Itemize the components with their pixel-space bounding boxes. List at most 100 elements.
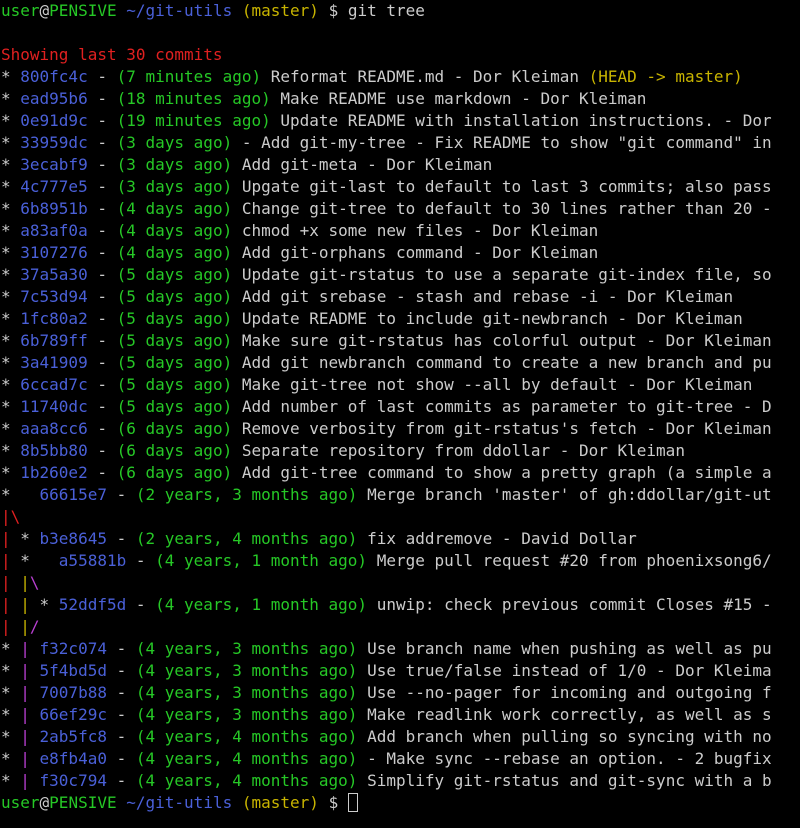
- commit-hash[interactable]: 0e91d9c: [20, 111, 87, 130]
- commit-row[interactable]: * 7c53d94 - (5 days ago) Add git srebase…: [0, 286, 800, 308]
- commit-row[interactable]: * 1b260e2 - (6 days ago) Add git-tree co…: [0, 462, 800, 484]
- commit-hash[interactable]: 66ef29c: [40, 705, 107, 724]
- commit-date: (3 days ago): [116, 133, 233, 152]
- graph-glyph: |: [1, 573, 21, 592]
- commit-sep: -: [106, 705, 136, 724]
- graph-glyph: *: [1, 463, 21, 482]
- commit-message: Add git-orphans command - Dor Kleiman: [232, 243, 599, 262]
- output-header: Showing last 30 commits: [1, 45, 223, 64]
- commit-hash[interactable]: e8fb4a0: [40, 749, 107, 768]
- commit-message: Update git-rstatus to use a separate git…: [232, 265, 772, 284]
- commit-hash[interactable]: 11740dc: [20, 397, 87, 416]
- commit-hash[interactable]: a83af0a: [20, 221, 87, 240]
- commit-row[interactable]: * 3ecabf9 - (3 days ago) Add git-meta - …: [0, 154, 800, 176]
- commit-row[interactable]: * 37a5a30 - (5 days ago) Update git-rsta…: [0, 264, 800, 286]
- commit-row[interactable]: * 33959dc - (3 days ago) - Add git-my-tr…: [0, 132, 800, 154]
- commit-row[interactable]: * 66615e7 - (2 years, 3 months ago) Merg…: [0, 484, 800, 506]
- commit-hash[interactable]: 2ab5fc8: [40, 727, 107, 746]
- commit-hash[interactable]: 6b8951b: [20, 199, 87, 218]
- commit-hash[interactable]: 3ecabf9: [20, 155, 87, 174]
- commit-row[interactable]: * ead95b6 - (18 minutes ago) Make README…: [0, 88, 800, 110]
- commit-sep: -: [106, 661, 136, 680]
- commit-hash[interactable]: 37a5a30: [20, 265, 87, 284]
- graph-glyph: *: [1, 67, 21, 86]
- commit-row[interactable]: | * b3e8645 - (2 years, 4 months ago) fi…: [0, 528, 800, 550]
- commit-hash[interactable]: aaa8cc6: [20, 419, 87, 438]
- graph-glyph: /: [29, 617, 40, 636]
- commit-row[interactable]: * 3107276 - (4 days ago) Add git-orphans…: [0, 242, 800, 264]
- commit-message: Make README use markdown - Dor Kleiman: [270, 89, 647, 108]
- graph-glyph: |: [20, 617, 30, 636]
- commit-hash[interactable]: ead95b6: [20, 89, 87, 108]
- commit-hash[interactable]: 7007b88: [40, 683, 107, 702]
- graph-glyph: |: [20, 771, 40, 790]
- commit-hash[interactable]: 5f4bd5d: [40, 661, 107, 680]
- commit-row[interactable]: * | 66ef29c - (4 years, 3 months ago) Ma…: [0, 704, 800, 726]
- commit-date: (6 days ago): [116, 419, 233, 438]
- commit-date: (4 years, 4 months ago): [135, 771, 358, 790]
- commit-row[interactable]: * 6b8951b - (4 days ago) Change git-tree…: [0, 198, 800, 220]
- commit-row[interactable]: * 800fc4c - (7 minutes ago) Reformat REA…: [0, 66, 800, 88]
- graph-glyph: \: [29, 573, 40, 592]
- graph-glyph: *: [1, 199, 21, 218]
- commit-hash[interactable]: 66615e7: [40, 485, 107, 504]
- commit-row[interactable]: * | 5f4bd5d - (4 years, 3 months ago) Us…: [0, 660, 800, 682]
- commit-date: (19 minutes ago): [116, 111, 271, 130]
- commit-hash[interactable]: 52ddf5d: [59, 595, 126, 614]
- commit-hash[interactable]: 6ccad7c: [20, 375, 87, 394]
- commit-row[interactable]: * | e8fb4a0 - (4 years, 4 months ago) - …: [0, 748, 800, 770]
- graph-glyph: *: [1, 243, 21, 262]
- commit-message: chmod +x some new files - Dor Kleiman: [232, 221, 599, 240]
- commit-row[interactable]: * 4c777e5 - (3 days ago) Upgate git-last…: [0, 176, 800, 198]
- commit-row[interactable]: | | * 52ddf5d - (4 years, 1 month ago) u…: [0, 594, 800, 616]
- graph-glyph: |: [1, 551, 21, 570]
- commit-hash[interactable]: 4c777e5: [20, 177, 87, 196]
- prompt-user: user: [1, 793, 40, 812]
- graph-branch-line: |\: [1, 507, 21, 526]
- commit-hash[interactable]: 3a41909: [20, 353, 87, 372]
- commit-hash[interactable]: 8b5bb80: [20, 441, 87, 460]
- commit-row[interactable]: * | f30c794 - (4 years, 4 months ago) Si…: [0, 770, 800, 792]
- terminal-window[interactable]: user@PENSIVE ~/git-utils (master) $ git …: [0, 0, 800, 828]
- commit-hash[interactable]: 33959dc: [20, 133, 87, 152]
- commit-row[interactable]: * | 2ab5fc8 - (4 years, 4 months ago) Ad…: [0, 726, 800, 748]
- commit-sep: -: [87, 441, 117, 460]
- commit-date: (4 days ago): [116, 221, 233, 240]
- commit-row[interactable]: * 6b789ff - (5 days ago) Make sure git-r…: [0, 330, 800, 352]
- commit-hash[interactable]: b3e8645: [40, 529, 107, 548]
- commit-sep: -: [87, 199, 117, 218]
- commit-hash[interactable]: 3107276: [20, 243, 87, 262]
- commit-row[interactable]: * 6ccad7c - (5 days ago) Make git-tree n…: [0, 374, 800, 396]
- commit-row[interactable]: | * a55881b - (4 years, 1 month ago) Mer…: [0, 550, 800, 572]
- commit-row[interactable]: * a83af0a - (4 days ago) chmod +x some n…: [0, 220, 800, 242]
- commit-hash[interactable]: 1b260e2: [20, 463, 87, 482]
- commit-message: Reformat README.md - Dor Kleiman: [261, 67, 589, 86]
- commit-row[interactable]: * 1fc80a2 - (5 days ago) Update README t…: [0, 308, 800, 330]
- commit-date: (4 years, 4 months ago): [135, 749, 358, 768]
- commit-message: Make readlink work correctly, as well as…: [357, 705, 772, 724]
- graph-glyph: |: [20, 661, 40, 680]
- commit-hash[interactable]: a55881b: [59, 551, 126, 570]
- commit-row[interactable]: * aaa8cc6 - (6 days ago) Remove verbosit…: [0, 418, 800, 440]
- commit-log: * 800fc4c - (7 minutes ago) Reformat REA…: [0, 66, 800, 484]
- commit-hash[interactable]: f30c794: [40, 771, 107, 790]
- text-cursor[interactable]: [347, 793, 358, 812]
- graph-glyph: *: [1, 683, 21, 702]
- commit-hash[interactable]: 6b789ff: [20, 331, 87, 350]
- commit-row[interactable]: * 8b5bb80 - (6 days ago) Separate reposi…: [0, 440, 800, 462]
- commit-hash[interactable]: 800fc4c: [20, 67, 87, 86]
- commit-row[interactable]: * | f32c074 - (4 years, 3 months ago) Us…: [0, 638, 800, 660]
- commit-row[interactable]: * 3a41909 - (5 days ago) Add git newbran…: [0, 352, 800, 374]
- commit-hash[interactable]: 7c53d94: [20, 287, 87, 306]
- commit-message: Merge branch 'master' of gh:ddollar/git-…: [357, 485, 772, 504]
- commit-date: (4 days ago): [116, 243, 233, 262]
- commit-row[interactable]: * 0e91d9c - (19 minutes ago) Update READ…: [0, 110, 800, 132]
- prompt-line[interactable]: user@PENSIVE ~/git-utils (master) $: [0, 792, 800, 814]
- commit-date: (3 days ago): [116, 177, 233, 196]
- commit-row[interactable]: * 11740dc - (5 days ago) Add number of l…: [0, 396, 800, 418]
- commit-row[interactable]: * | 7007b88 - (4 years, 3 months ago) Us…: [0, 682, 800, 704]
- commit-hash[interactable]: f32c074: [40, 639, 107, 658]
- commit-hash[interactable]: 1fc80a2: [20, 309, 87, 328]
- graph-glyph: |: [20, 595, 40, 614]
